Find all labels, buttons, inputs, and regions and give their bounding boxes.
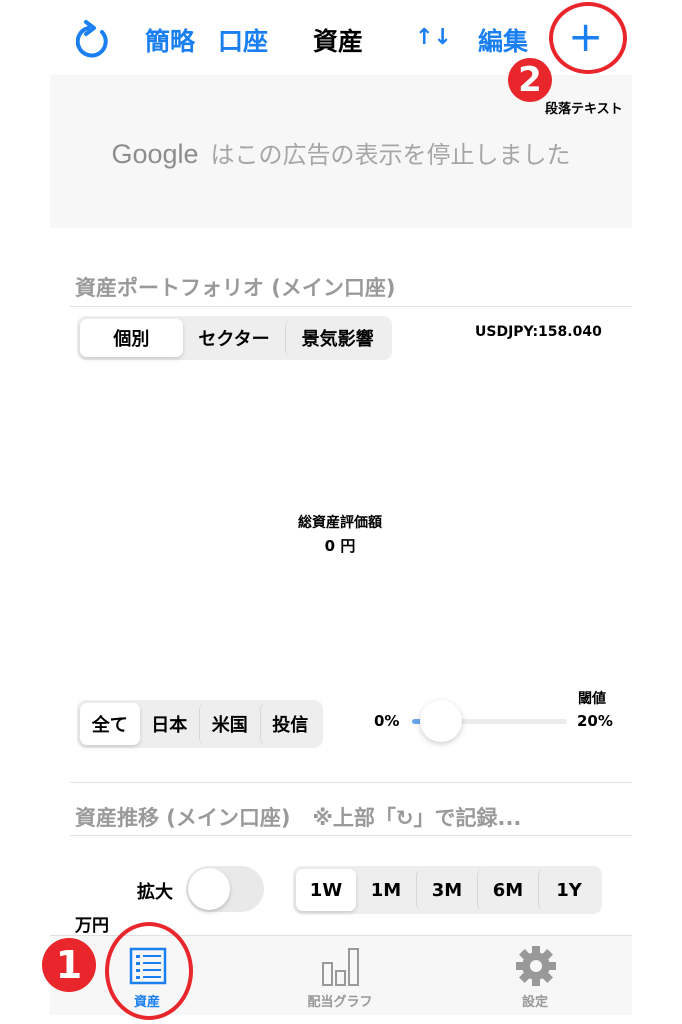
- tab-japan[interactable]: 日本: [140, 703, 200, 745]
- annotation-note: 段落テキスト: [545, 102, 623, 117]
- unit-label: 万円: [75, 916, 109, 936]
- range-3m[interactable]: 3M: [416, 869, 477, 911]
- slider-min: 0%: [374, 712, 400, 730]
- threshold-label: 閾値: [578, 691, 606, 707]
- gear-icon: [516, 946, 556, 986]
- annotation-ring-assets: [105, 922, 193, 1020]
- sort-button[interactable]: ↑↓: [415, 25, 452, 50]
- zoom-toggle[interactable]: [186, 866, 264, 912]
- edit-button[interactable]: 編集: [478, 22, 528, 58]
- tab-fund[interactable]: 投信: [259, 703, 321, 745]
- portfolio-segment[interactable]: 個別 セクター 景気影響: [77, 316, 392, 360]
- portfolio-title: 資産ポートフォリオ (メイン口座): [75, 276, 396, 300]
- simple-button[interactable]: 簡略: [145, 22, 195, 58]
- tab-dividend-graph[interactable]: 配当グラフ: [280, 935, 400, 1015]
- page-title: 資産: [313, 27, 364, 56]
- history-title: 資産推移 (メイン口座) ※上部「↻」で記録...: [75, 806, 522, 830]
- zoom-label: 拡大: [137, 882, 173, 903]
- tab-label: 設定: [521, 995, 548, 1010]
- slider-max: 20%: [577, 712, 613, 730]
- fx-rate: USDJPY:158.040: [475, 324, 602, 340]
- range-1m[interactable]: 1M: [356, 869, 416, 911]
- region-segment[interactable]: 全て 日本 米国 投信: [77, 700, 323, 748]
- range-1w[interactable]: 1W: [296, 869, 356, 911]
- history-note: ※上部「↻」で記録...: [312, 806, 522, 830]
- tab-economy[interactable]: 景気影響: [285, 319, 389, 357]
- tab-us[interactable]: 米国: [199, 703, 260, 745]
- tab-sector[interactable]: セクター: [183, 319, 286, 357]
- account-button[interactable]: 口座: [218, 22, 268, 58]
- tab-all[interactable]: 全て: [80, 703, 140, 745]
- annotation-badge-1: 1: [42, 938, 96, 992]
- slider-thumb[interactable]: [420, 700, 462, 742]
- refresh-icon[interactable]: [76, 20, 112, 60]
- range-1y[interactable]: 1Y: [538, 869, 599, 911]
- total-label: 総資産評価額: [298, 515, 382, 531]
- tab-label: 配当グラフ: [307, 995, 373, 1010]
- range-segment[interactable]: 1W 1M 3M 6M 1Y: [293, 866, 602, 914]
- ad-brand: Google: [111, 139, 199, 169]
- ad-message: はこの広告の表示を停止しました: [210, 141, 571, 169]
- tab-settings[interactable]: 設定: [475, 935, 595, 1015]
- bar-chart-icon: [322, 948, 359, 986]
- annotation-badge-2: 2: [508, 58, 552, 102]
- annotation-ring-add: [549, 2, 627, 74]
- tab-individual[interactable]: 個別: [80, 319, 183, 357]
- total-value: 0 円: [324, 537, 356, 555]
- range-6m[interactable]: 6M: [477, 869, 538, 911]
